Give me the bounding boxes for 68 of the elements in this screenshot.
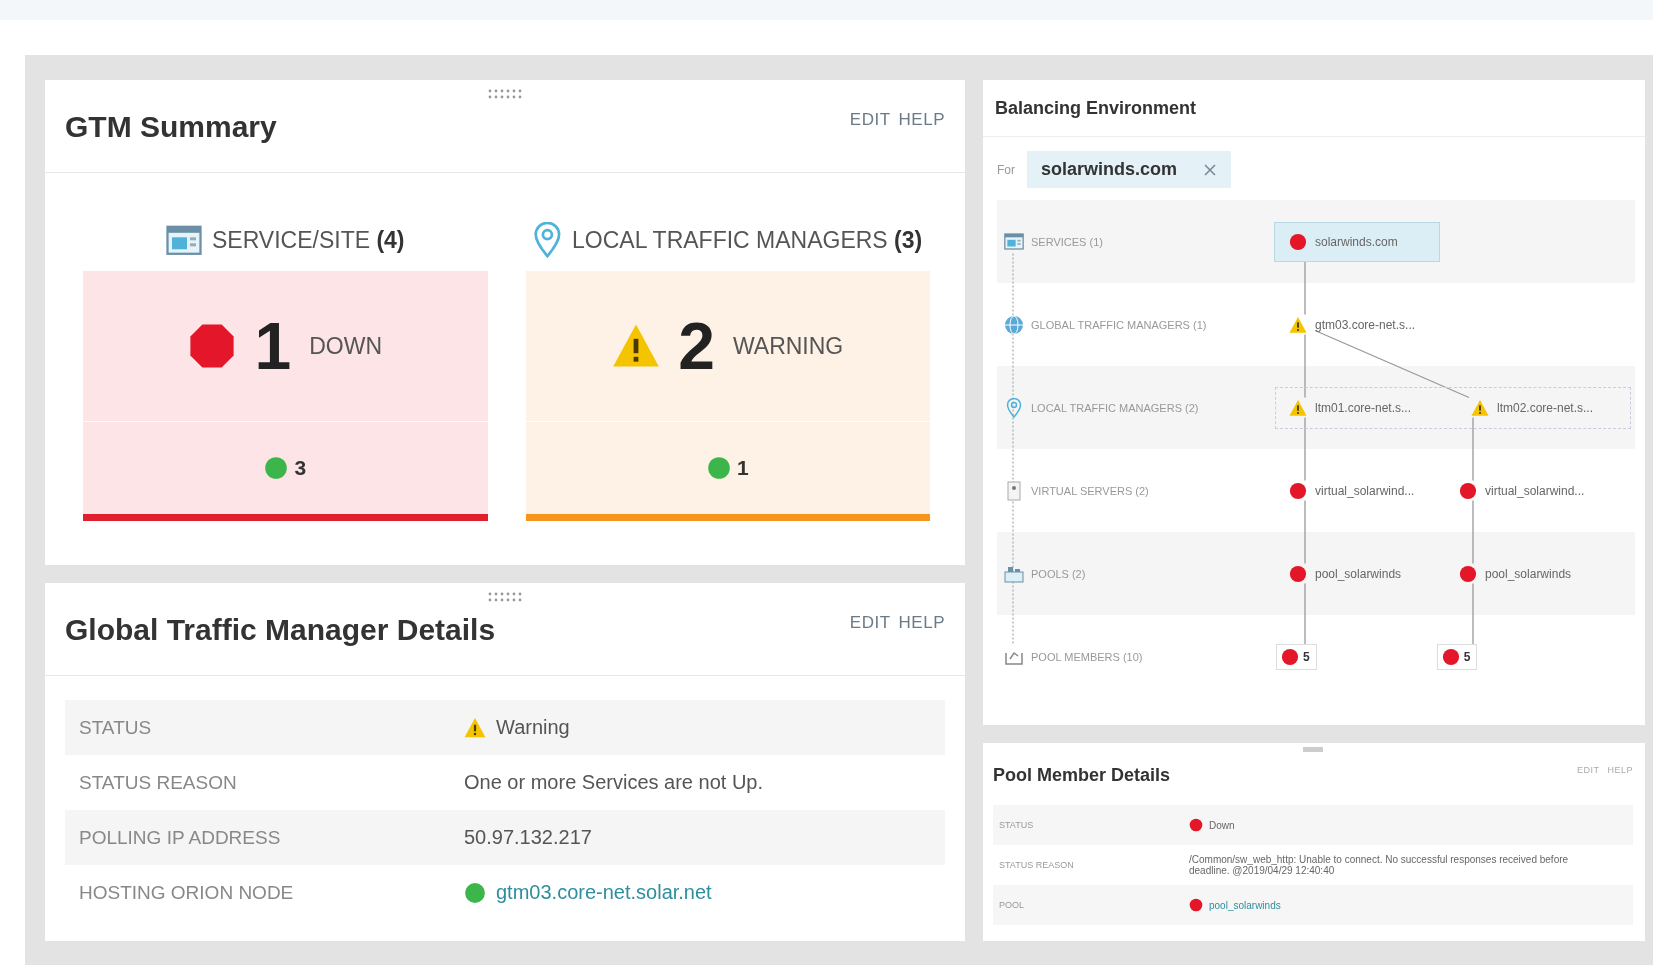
globe-icon bbox=[1004, 314, 1024, 335]
topology-node[interactable]: pool_solarwinds bbox=[1444, 557, 1610, 590]
topology-node[interactable]: virtual_solarwind... bbox=[1274, 474, 1440, 507]
close-icon[interactable] bbox=[1203, 162, 1218, 177]
panel-action-link[interactable]: HELP bbox=[898, 110, 945, 130]
layer-label: POOL MEMBERS (10) bbox=[1031, 650, 1143, 663]
property-label: POLLING IP ADDRESS bbox=[78, 826, 282, 849]
up-count: 3 bbox=[294, 456, 307, 480]
pool-link[interactable]: pool_solarwinds bbox=[1209, 899, 1281, 911]
property-value: 50.97.132.217 bbox=[464, 826, 592, 849]
window-icon bbox=[1004, 233, 1024, 250]
topology-node[interactable]: gtm03.core-net.s... bbox=[1274, 308, 1440, 341]
layer-label: VIRTUAL SERVERS (2) bbox=[1031, 484, 1149, 497]
layer-label: POOLS (2) bbox=[1031, 567, 1086, 580]
stop-icon bbox=[188, 322, 237, 370]
property-value: One or more Services are not Up. bbox=[464, 771, 763, 794]
property-label: STATUS bbox=[78, 716, 153, 739]
layer-label: SERVICES (1) bbox=[1031, 235, 1103, 248]
property-label: STATUS REASON bbox=[998, 860, 1075, 870]
drag-handle-icon[interactable] bbox=[487, 591, 523, 603]
topology-node[interactable]: virtual_solarwind... bbox=[1444, 474, 1610, 507]
property-value: Down bbox=[1209, 819, 1235, 831]
layer-label: LOCAL TRAFFIC MANAGERS (2) bbox=[1031, 401, 1199, 414]
node-link[interactable]: gtm03.core-net.solar.net bbox=[496, 881, 712, 904]
topology-node[interactable]: 5 bbox=[1436, 643, 1478, 670]
property-value: Warning bbox=[496, 716, 570, 739]
status-label: WARNING bbox=[732, 332, 844, 360]
topology-node[interactable]: ltm02.core-net.s... bbox=[1458, 391, 1622, 424]
drag-handle-icon[interactable] bbox=[487, 88, 523, 100]
count-number: 1 bbox=[254, 308, 292, 384]
connector-line bbox=[1472, 499, 1474, 565]
topology-node[interactable]: pool_solarwinds bbox=[1274, 557, 1440, 590]
drag-handle-icon[interactable] bbox=[1303, 747, 1323, 752]
status-card[interactable]: 2 WARNING 1 bbox=[525, 271, 930, 521]
status-label: DOWN bbox=[309, 332, 382, 360]
connector-line bbox=[1304, 416, 1306, 482]
connector-line bbox=[1472, 416, 1474, 482]
up-status-icon bbox=[706, 456, 731, 480]
location-pin-icon bbox=[533, 222, 563, 258]
section-heading: LOCAL TRAFFIC MANAGERS (3) bbox=[572, 226, 923, 254]
connector-line bbox=[1304, 499, 1306, 565]
filter-chip[interactable]: solarwinds.com bbox=[1027, 151, 1232, 188]
property-label: HOSTING ORION NODE bbox=[78, 881, 295, 904]
layer-label: GLOBAL TRAFFIC MANAGERS (1) bbox=[1031, 318, 1207, 331]
section-heading: SERVICE/SITE (4) bbox=[211, 226, 405, 254]
window-icon bbox=[165, 224, 202, 256]
topology-node[interactable]: solarwinds.com bbox=[1274, 221, 1440, 262]
connector-line bbox=[1304, 333, 1306, 399]
panel-action-link[interactable]: EDIT bbox=[849, 110, 891, 130]
status-card[interactable]: 1 DOWN 3 bbox=[83, 271, 488, 521]
server-icon bbox=[1007, 480, 1021, 501]
topology-node[interactable]: ltm01.core-net.s... bbox=[1276, 391, 1440, 424]
topology-node[interactable]: 5 bbox=[1276, 643, 1317, 670]
location-pin-icon bbox=[1006, 397, 1022, 418]
panel-title: Pool Member Details bbox=[993, 765, 1171, 787]
count-number: 2 bbox=[678, 308, 715, 384]
up-status-icon bbox=[264, 456, 289, 480]
property-label: STATUS bbox=[998, 820, 1035, 830]
property-label: POOL bbox=[998, 900, 1025, 910]
property-value: /Common/sw_web_http: Unable to connect. No successful responses received before deadline. @2019/04/29 12:40:40 bbox=[1189, 854, 1570, 876]
panel-title: GTM Summary bbox=[65, 110, 277, 144]
up-count: 1 bbox=[736, 456, 749, 480]
panel-title: Balancing Environment bbox=[995, 97, 1197, 119]
panel-title: Global Traffic Manager Details bbox=[65, 613, 496, 647]
panel-action-link[interactable]: HELP bbox=[898, 613, 945, 633]
property-label: STATUS REASON bbox=[78, 771, 238, 794]
filter-label: For bbox=[997, 162, 1015, 177]
panel-action-link[interactable]: EDIT bbox=[849, 613, 891, 633]
